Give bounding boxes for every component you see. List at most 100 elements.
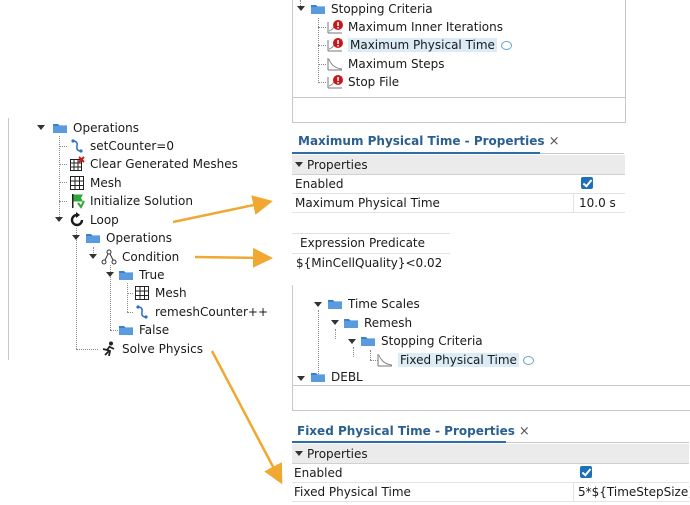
section-label: Properties [307, 157, 368, 172]
expand-toggle[interactable] [296, 374, 305, 383]
tree-item-loop-operations[interactable]: Operations [85, 229, 172, 247]
tree-item-stop-file[interactable]: Stop File [327, 73, 399, 91]
tree-item-solve-physics[interactable]: Solve Physics [101, 340, 203, 358]
tree-item-true-mesh[interactable]: Mesh [134, 284, 187, 302]
arrow-to-fixed-time [210, 350, 283, 485]
stop-criterion-icon [327, 74, 343, 90]
tree-item-label: Time Scales [348, 297, 420, 311]
enabled-checkbox[interactable] [581, 177, 593, 189]
tree-item-setcounter[interactable]: setCounter=0 [69, 137, 174, 155]
tree-item-loop[interactable]: Loop [69, 211, 119, 229]
arrow-to-expression [194, 247, 273, 268]
tree-item-label: remeshCounter++ [155, 305, 269, 319]
collapse-toggle[interactable] [294, 160, 303, 169]
condition-icon [101, 249, 117, 265]
folder-icon [343, 315, 359, 331]
tree-item-label: Mesh [155, 286, 187, 300]
expand-toggle[interactable] [36, 123, 45, 132]
tree-item-remeshcounter[interactable]: remeshCounter++ [134, 303, 268, 321]
expand-toggle[interactable] [105, 270, 114, 279]
expand-toggle[interactable] [54, 215, 63, 224]
tree-item-fixed-physical-time[interactable]: Fixed Physical Time [377, 351, 534, 369]
top-tree-footer [292, 97, 626, 123]
properties-tab[interactable]: Maximum Physical Time - Properties × [298, 129, 559, 153]
expand-toggle[interactable] [88, 252, 97, 261]
expand-toggle[interactable] [71, 233, 80, 242]
expand-toggle[interactable] [330, 318, 339, 327]
tree-item-remesh[interactable]: Remesh [343, 314, 412, 332]
tree-item-label: True [139, 268, 165, 282]
tree-item-condition[interactable]: Condition [101, 248, 179, 266]
properties-section-header[interactable]: Properties [292, 155, 625, 175]
tree-item-label: Fixed Physical Time [398, 353, 519, 367]
tree-item-label: Solve Physics [122, 342, 203, 356]
tree-item-label: Condition [122, 250, 180, 264]
tree-item-label: Stop File [348, 75, 400, 89]
properties-tab-title: Maximum Physical Time - Properties [298, 134, 545, 148]
tree-item-mesh[interactable]: Mesh [69, 174, 122, 192]
properties-section-header[interactable]: Properties [292, 444, 689, 464]
tree-item-stopping-criteria[interactable]: Stopping Criteria [310, 0, 433, 18]
property-label: Fixed Physical Time [294, 484, 411, 499]
tree-item-label: Maximum Physical Time [348, 38, 497, 52]
folder-icon [52, 120, 68, 136]
tree-item-label: Stopping Criteria [331, 2, 433, 16]
property-value[interactable]: 5*${TimeStepSize} [578, 485, 690, 499]
property-row-enabled[interactable]: Enabled [292, 463, 689, 483]
folder-icon [118, 267, 134, 283]
property-label: Enabled [295, 176, 344, 191]
tree-item-label: setCounter=0 [90, 139, 174, 153]
tree-item-label: Loop [90, 213, 119, 227]
tree-item-label: Operations [106, 231, 172, 245]
folder-icon [118, 322, 134, 338]
tree-item-label: DEBL [331, 370, 363, 384]
mesh-icon [69, 175, 85, 191]
close-icon[interactable]: × [549, 134, 560, 149]
expression-header: Expression Predicate [300, 236, 426, 250]
tree-item-label: Operations [73, 121, 139, 135]
expression-icon [69, 138, 85, 154]
tree-item-true[interactable]: True [118, 266, 165, 284]
property-row-enabled[interactable]: Enabled [292, 174, 625, 194]
tree-item-debl[interactable]: DEBL [310, 369, 363, 385]
loop-icon [69, 212, 85, 228]
solve-physics-icon [101, 341, 117, 357]
folder-icon [327, 296, 343, 312]
expand-toggle[interactable] [313, 300, 322, 309]
tree-item-clear-generated-meshes[interactable]: Clear Generated Meshes [69, 155, 238, 173]
initialize-icon [69, 193, 85, 209]
property-label: Maximum Physical Time [295, 195, 440, 210]
criterion-icon [327, 56, 343, 72]
expand-toggle[interactable] [347, 337, 356, 346]
properties-tab-title: Fixed Physical Time - Properties [297, 424, 515, 438]
mesh-icon [134, 285, 150, 301]
tree-item-label: Remesh [364, 316, 413, 330]
expression-value[interactable]: ${MinCellQuality}<0.02 [296, 256, 442, 270]
folder-icon [310, 1, 326, 17]
property-value[interactable]: 10.0 s [579, 196, 616, 210]
tree-item-operations[interactable]: Operations [52, 119, 139, 137]
clear-mesh-icon [69, 156, 85, 172]
folder-icon [310, 369, 326, 385]
criterion-icon [377, 352, 393, 368]
expression-icon [134, 304, 150, 320]
tree-item-maximum-steps[interactable]: Maximum Steps [327, 55, 445, 73]
tree-item-maximum-inner-iterations[interactable]: Maximum Inner Iterations [327, 18, 503, 36]
folder-icon [360, 333, 376, 349]
tree-item-false[interactable]: False [118, 321, 169, 339]
property-label: Enabled [294, 465, 343, 480]
enabled-checkbox[interactable] [580, 466, 592, 478]
tree-item-initialize-solution[interactable]: Initialize Solution [69, 192, 193, 210]
collapse-toggle[interactable] [294, 449, 303, 458]
tree-item-time-scales[interactable]: Time Scales [327, 295, 420, 313]
stop-criterion-icon [327, 37, 343, 53]
properties-tab[interactable]: Fixed Physical Time - Properties × [297, 419, 530, 443]
tree-item-label: Stopping Criteria [381, 334, 483, 348]
expand-toggle[interactable] [296, 4, 305, 13]
tree-item-label: Initialize Solution [90, 194, 193, 208]
stop-criterion-icon [327, 19, 343, 35]
tree-item-maximum-physical-time[interactable]: Maximum Physical Time [327, 36, 512, 54]
tree-item-remesh-stopping-criteria[interactable]: Stopping Criteria [360, 332, 483, 350]
property-row-maximum-physical-time[interactable]: Maximum Physical Time [292, 193, 625, 213]
close-icon[interactable]: × [519, 424, 530, 439]
